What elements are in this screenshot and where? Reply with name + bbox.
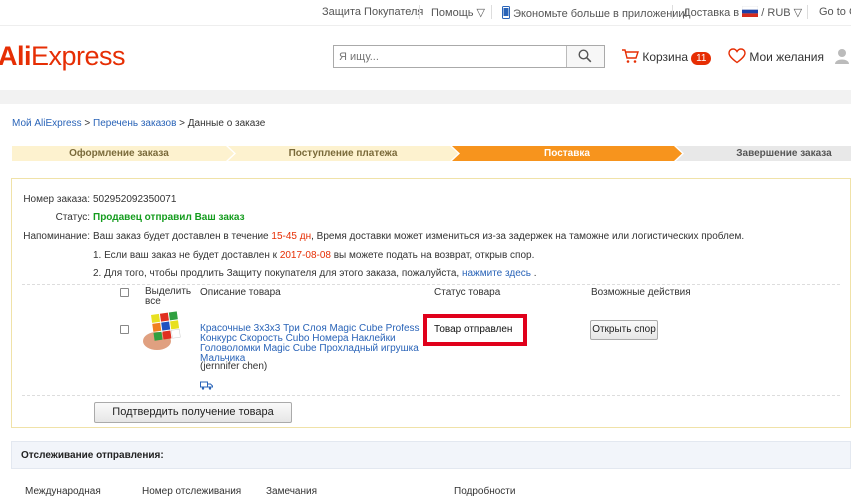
note-dispute: 1. Если ваш заказ не будет доставлен к 2… [93, 250, 534, 261]
order-status-value: Продавец отправил Ваш заказ [93, 212, 245, 223]
go-global-link[interactable]: Go to G [819, 6, 851, 18]
phone-icon [502, 6, 510, 19]
step-payment-received: Поступление платежа [288, 148, 398, 159]
wishlist-link[interactable]: Мои желания [728, 48, 824, 64]
heart-icon [728, 48, 746, 64]
note-dispute-suffix: вы можете подать на возврат, открыв спор… [330, 250, 535, 261]
search-button[interactable] [566, 46, 604, 67]
note-extend-protection: 2. Для того, чтобы продлить Защиту покуп… [93, 268, 537, 279]
rubiks-cube-image [143, 311, 187, 351]
note-extend-suffix: . [530, 268, 537, 279]
order-number-value: 502952092350071 [93, 194, 177, 205]
breadcrumb-my-aliexpress[interactable]: Мой AliExpress [12, 118, 82, 129]
tracking-column-number: Номер отслеживания [142, 486, 242, 497]
column-status: Статус товара [434, 287, 501, 298]
select-all-label: Выделить все [145, 287, 191, 307]
divider [419, 5, 420, 19]
divider [22, 284, 840, 285]
top-bar: Защита Покупателя Помощь ▽ Экономьте боль… [0, 0, 851, 26]
app-promo-label: Экономьте больше в приложении! [513, 8, 688, 20]
order-progress-steps: Оформление заказа Поступление платежа По… [12, 146, 851, 161]
reminder-text: Ваш заказ будет доставлен в течение 15-4… [93, 231, 744, 242]
reminder-text-start: Ваш заказ будет доставлен в течение [93, 231, 272, 242]
wishlist-label: Мои желания [749, 50, 824, 64]
cart-count-badge: 11 [691, 52, 712, 65]
item-status-highlight: Товар отправлен [423, 314, 527, 346]
reminder-text-end: , Время доставки может измениться из-за … [311, 231, 745, 242]
tracking-column-remarks: Замечания [266, 486, 318, 497]
open-dispute-button[interactable]: Открыть спор [590, 320, 658, 340]
select-all-label-line2: все [145, 296, 161, 307]
product-image[interactable] [143, 311, 187, 356]
order-status-label: Статус: [55, 212, 90, 223]
delivery-days: 15-45 дн [271, 231, 312, 242]
step-order-complete: Завершение заказа [736, 148, 832, 159]
tracking-header: Отслеживание отправления: [11, 441, 851, 469]
logo-ali: Ali [0, 41, 32, 71]
search-input[interactable] [334, 46, 576, 67]
ship-to-label: Доставка в [683, 7, 740, 19]
cart-label: Корзина [642, 50, 689, 64]
order-number-label: Номер заказа: [23, 194, 90, 205]
step-shipping: Поставка [544, 148, 590, 159]
currency-label: RUB [767, 7, 791, 19]
note-dispute-prefix: 1. Если ваш заказ не будет доставлен к [93, 250, 280, 261]
tracking-column-carrier: Международная [25, 486, 101, 497]
breadcrumb-order-list[interactable]: Перечень заказов [93, 118, 176, 129]
tracking-title: Отслеживание отправления: [21, 450, 164, 461]
column-description: Описание товара [200, 287, 281, 298]
aliexpress-logo[interactable]: AliExpress [0, 41, 126, 72]
column-actions: Возможные действия [591, 287, 691, 298]
tracking-column-details: Подробности [454, 486, 516, 497]
user-icon [835, 49, 849, 64]
divider [22, 395, 840, 396]
cart-icon [622, 49, 639, 63]
divider [491, 5, 492, 19]
note-extend-prefix: 2. Для того, чтобы продлить Защиту покуп… [93, 268, 462, 279]
cart-link[interactable]: Корзина 11 [621, 48, 712, 65]
breadcrumb: Мой AliExpress > Перечень заказов > Данн… [12, 118, 265, 129]
product-title-link[interactable]: Красочные 3х3х3 Три Слоя Magic Cube Prof… [200, 324, 420, 364]
header-divider-band [0, 90, 851, 104]
breadcrumb-separator: > [81, 118, 94, 129]
buyer-protection-link[interactable]: Защита Покупателя [322, 6, 423, 18]
help-label: Помощь [431, 7, 474, 19]
truck-icon [200, 381, 213, 390]
extend-protection-link[interactable]: нажмите здесь [462, 268, 531, 279]
chevron-down-icon: ▽ [793, 7, 803, 19]
avatar[interactable] [834, 48, 850, 69]
search-icon [578, 49, 592, 63]
item-checkbox[interactable] [120, 325, 129, 334]
reminder-label: Напоминание: [23, 231, 90, 242]
currency-separator: / [761, 7, 765, 19]
search-bar [333, 45, 605, 68]
divider [672, 5, 673, 19]
confirm-receipt-button[interactable]: Подтвердить получение товара [94, 402, 292, 423]
app-promo-link[interactable]: Экономьте больше в приложении! [502, 6, 688, 20]
item-status-text: Товар отправлен [434, 324, 513, 335]
russia-flag-icon [741, 5, 759, 17]
divider [807, 5, 808, 19]
shipping-truck-icon[interactable] [200, 377, 213, 395]
breadcrumb-separator: > [176, 118, 188, 129]
ship-to-menu[interactable]: Доставка в / RUB ▽ [683, 5, 803, 19]
step-order-placed: Оформление заказа [69, 148, 169, 159]
chevron-down-icon: ▽ [476, 7, 485, 19]
logo-express: Express [31, 41, 126, 71]
help-menu[interactable]: Помощь ▽ [431, 6, 485, 19]
breadcrumb-current: Данные о заказе [187, 118, 266, 129]
dispute-deadline-date: 2017-08-08 [279, 250, 331, 261]
seller-name: (jernnifer chen) [200, 361, 268, 372]
select-all-checkbox[interactable] [120, 288, 129, 297]
